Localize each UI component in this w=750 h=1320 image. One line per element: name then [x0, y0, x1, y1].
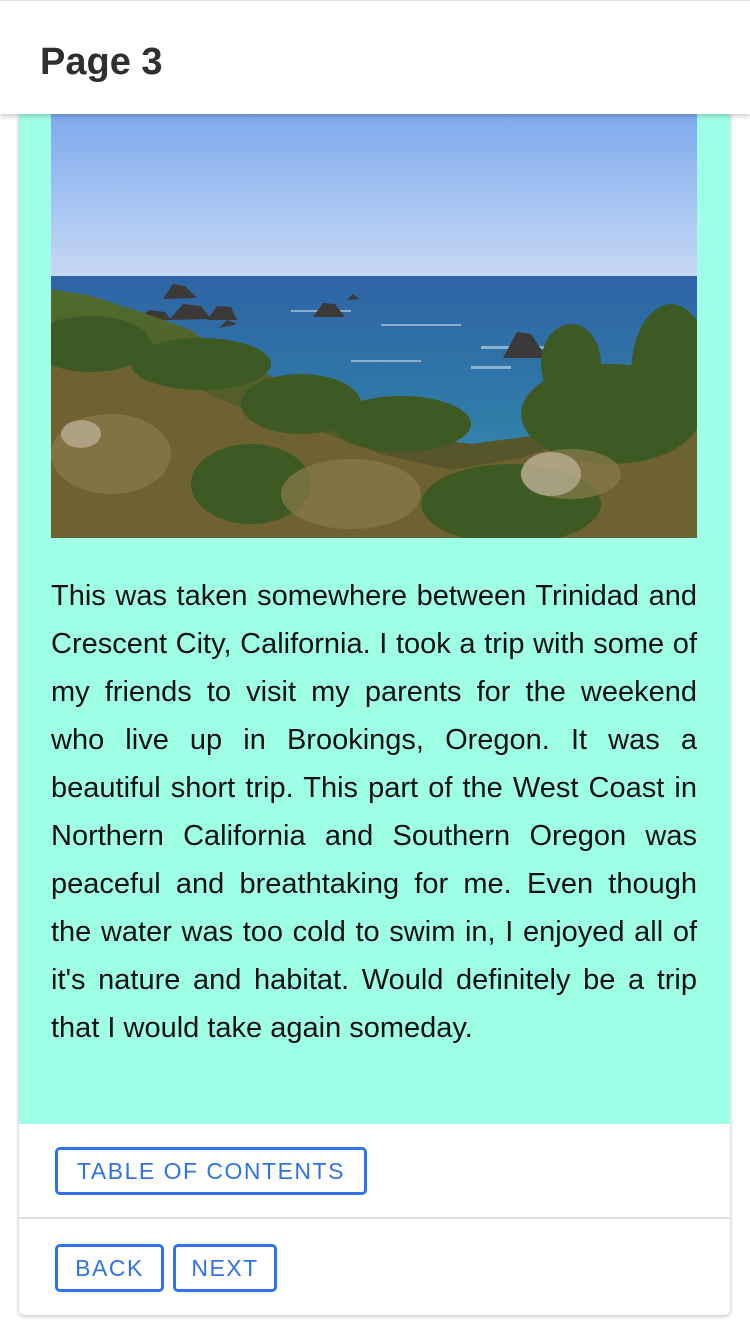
table-of-contents-button[interactable]: TABLE OF CONTENTS	[55, 1147, 367, 1195]
next-button[interactable]: NEXT	[173, 1244, 277, 1292]
page-content: This was taken somewhere between Trinida…	[19, 114, 730, 1124]
app-bar: Page 3	[0, 0, 750, 114]
back-button[interactable]: BACK	[55, 1244, 164, 1292]
story-text: This was taken somewhere between Trinida…	[51, 580, 697, 1044]
coastline-photo	[51, 114, 697, 538]
page-title: Page 3	[40, 41, 163, 83]
page-card: This was taken somewhere between Trinida…	[19, 114, 730, 1315]
toc-action-row: TABLE OF CONTENTS	[19, 1124, 730, 1219]
